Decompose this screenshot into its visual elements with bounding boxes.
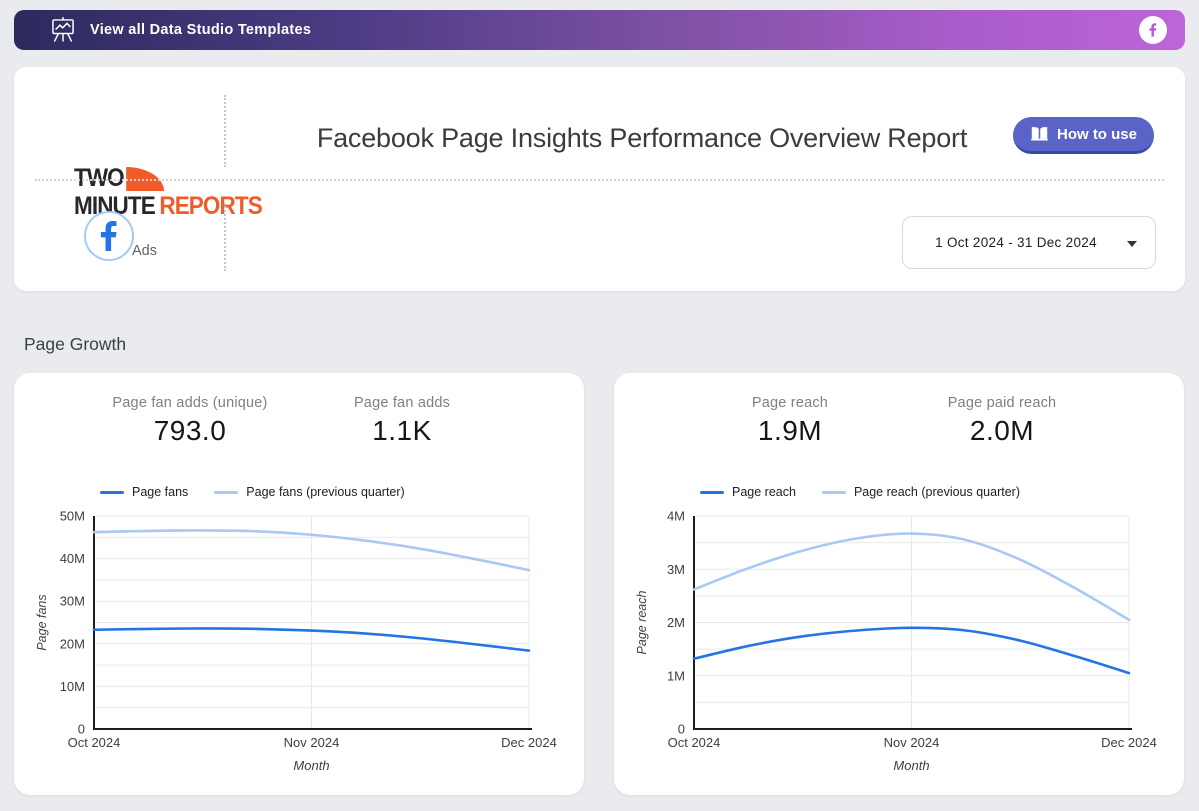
horizontal-dotted-divider [35,179,1164,181]
kpi-label: Page reach [670,395,910,411]
section-title-page-growth: Page Growth [24,334,126,355]
how-to-use-label: How to use [1057,126,1137,143]
svg-text:1M: 1M [667,668,685,683]
legend-swatch [214,491,238,494]
kpi-value: 2.0M [882,415,1122,447]
svg-text:Nov 2024: Nov 2024 [884,735,940,750]
legend-item-page-fans[interactable]: Page fans [100,485,188,499]
legend-item-page-fans-previous[interactable]: Page fans (previous quarter) [214,485,404,499]
svg-text:4M: 4M [667,509,685,524]
svg-text:Page fans: Page fans [35,594,49,650]
svg-text:Month: Month [893,758,929,773]
facebook-icon[interactable] [1139,16,1167,44]
svg-text:30M: 30M [60,594,85,609]
legend-label: Page fans [132,485,188,499]
legend-label: Page reach (previous quarter) [854,485,1020,499]
svg-text:Oct 2024: Oct 2024 [668,735,721,750]
legend-swatch [822,491,846,494]
legend-item-page-reach[interactable]: Page reach [700,485,796,499]
svg-text:10M: 10M [60,679,85,694]
svg-text:Month: Month [293,758,329,773]
chart-legend: Page reach Page reach (previous quarter) [700,485,1020,499]
legend-label: Page reach [732,485,796,499]
presentation-chart-icon [48,15,78,45]
kpi-page-reach: Page reach 1.9M [670,395,910,447]
kpi-page-paid-reach: Page paid reach 2.0M [882,395,1122,447]
page-reach-line-chart: 01M2M3M4MOct 2024Nov 2024Dec 2024MonthPa… [614,505,1184,773]
svg-text:Oct 2024: Oct 2024 [68,735,121,750]
svg-text:20M: 20M [60,636,85,651]
page-title: Facebook Page Insights Performance Overv… [264,123,1020,154]
chart-legend: Page fans Page fans (previous quarter) [100,485,405,499]
svg-text:Dec 2024: Dec 2024 [501,735,557,750]
svg-text:3M: 3M [667,562,685,577]
svg-text:40M: 40M [60,551,85,566]
kpi-page-fan-adds-unique: Page fan adds (unique) 793.0 [70,395,310,447]
page-reach-card: Page reach 1.9M Page paid reach 2.0M Pag… [614,373,1184,795]
svg-text:Nov 2024: Nov 2024 [284,735,340,750]
legend-swatch [700,491,724,494]
svg-text:Dec 2024: Dec 2024 [1101,735,1157,750]
templates-banner-label: View all Data Studio Templates [90,22,311,38]
kpi-value: 793.0 [70,415,310,447]
svg-text:2M: 2M [667,615,685,630]
kpi-label: Page paid reach [882,395,1122,411]
caret-down-icon [1127,241,1137,247]
legend-label: Page fans (previous quarter) [246,485,404,499]
vertical-dotted-divider [224,95,226,167]
legend-item-page-reach-previous[interactable]: Page reach (previous quarter) [822,485,1020,499]
kpi-value: 1.9M [670,415,910,447]
legend-swatch [100,491,124,494]
kpi-value: 1.1K [282,415,522,447]
kpi-label: Page fan adds (unique) [70,395,310,411]
report-header-card: TWO MINUTE REPORTS Facebook Page Insight… [14,67,1185,291]
facebook-icon [84,211,134,261]
svg-text:50M: 50M [60,509,85,524]
date-range-value: 1 Oct 2024 - 31 Dec 2024 [935,235,1097,250]
book-icon [1030,126,1049,143]
templates-banner[interactable]: View all Data Studio Templates [14,10,1185,50]
page-fans-line-chart: 010M20M30M40M50MOct 2024Nov 2024Dec 2024… [14,505,584,773]
vertical-dotted-divider [224,203,226,271]
kpi-page-fan-adds: Page fan adds 1.1K [282,395,522,447]
date-range-selector[interactable]: 1 Oct 2024 - 31 Dec 2024 [902,216,1156,269]
connector-label: Ads [132,243,157,259]
kpi-label: Page fan adds [282,395,522,411]
svg-text:Page reach: Page reach [635,590,649,654]
facebook-ads-connector: Ads [84,211,179,279]
page-fans-card: Page fan adds (unique) 793.0 Page fan ad… [14,373,584,795]
how-to-use-button[interactable]: How to use [1013,117,1154,154]
